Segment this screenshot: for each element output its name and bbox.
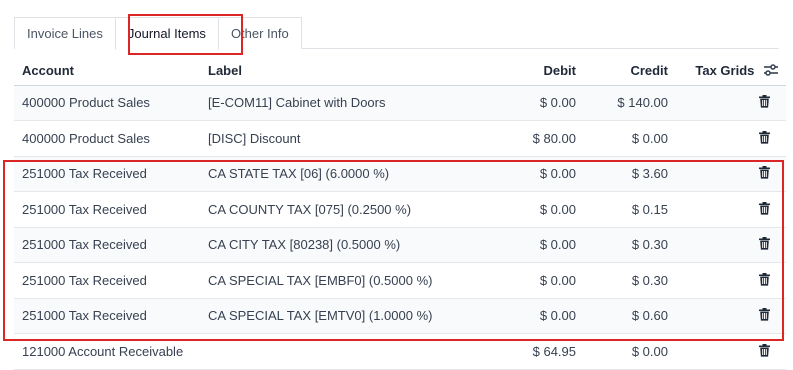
cell-label[interactable]: CA SPECIAL TAX [EMBF0] (0.5000 %)	[200, 262, 484, 299]
tab-journal-items[interactable]: Journal Items	[114, 17, 219, 50]
column-header-account[interactable]: Account	[14, 57, 200, 86]
table-row[interactable]: 251000 Tax Received CA COUNTY TAX [075] (…	[14, 191, 786, 228]
cell-actions	[676, 120, 786, 157]
column-header-tax-grids: Tax Grids	[676, 57, 786, 86]
cell-debit[interactable]: $ 0.00	[484, 262, 584, 299]
table-row[interactable]: 251000 Tax Received CA SPECIAL TAX [EMBF0…	[14, 262, 786, 299]
cell-credit[interactable]: $ 0.00	[584, 333, 676, 370]
table-row[interactable]: 251000 Tax Received CA STATE TAX [06] (6.…	[14, 156, 786, 192]
cell-debit[interactable]: $ 0.00	[484, 191, 584, 228]
cell-actions	[676, 262, 786, 299]
cell-debit[interactable]: $ 80.00	[484, 120, 584, 157]
cell-actions	[676, 156, 786, 192]
notebook-tabs: Invoice Lines Journal Items Other Info	[14, 17, 779, 50]
cell-account[interactable]: 251000 Tax Received	[14, 191, 200, 228]
cell-account[interactable]: 251000 Tax Received	[14, 298, 200, 334]
cell-account[interactable]: 400000 Product Sales	[14, 85, 200, 121]
cell-label[interactable]: [DISC] Discount	[200, 120, 484, 157]
cell-credit[interactable]: $ 140.00	[584, 85, 676, 121]
trash-icon[interactable]	[759, 343, 770, 360]
cell-label[interactable]	[200, 333, 484, 370]
cell-label[interactable]: [E-COM11] Cabinet with Doors	[200, 85, 484, 121]
cell-account[interactable]: 251000 Tax Received	[14, 262, 200, 299]
cell-actions	[676, 298, 786, 334]
cell-account[interactable]: 251000 Tax Received	[14, 156, 200, 192]
column-header-tax-grids-label[interactable]: Tax Grids	[695, 63, 754, 78]
cell-debit[interactable]: $ 0.00	[484, 298, 584, 334]
cell-credit[interactable]: $ 0.30	[584, 262, 676, 299]
cell-label[interactable]: CA STATE TAX [06] (6.0000 %)	[200, 156, 484, 192]
cell-credit[interactable]: $ 0.15	[584, 191, 676, 228]
table-row[interactable]: 121000 Account Receivable $ 64.95 $ 0.00	[14, 333, 786, 370]
tab-invoice-lines[interactable]: Invoice Lines	[14, 17, 116, 49]
cell-credit[interactable]: $ 0.30	[584, 227, 676, 263]
cell-account[interactable]: 400000 Product Sales	[14, 120, 200, 157]
table-row[interactable]: 251000 Tax Received CA SPECIAL TAX [EMTV0…	[14, 298, 786, 334]
cell-account[interactable]: 121000 Account Receivable	[14, 333, 200, 370]
trash-icon[interactable]	[759, 201, 770, 218]
trash-icon[interactable]	[759, 95, 770, 111]
cell-debit[interactable]: $ 0.00	[484, 227, 584, 263]
table-row[interactable]: 400000 Product Sales [DISC] Discount $ 80.…	[14, 120, 786, 157]
cell-actions	[676, 227, 786, 263]
trash-icon[interactable]	[759, 166, 770, 182]
cell-credit[interactable]: $ 0.60	[584, 298, 676, 334]
table-header-row: Account Label Debit Credit Tax Grids	[14, 57, 786, 86]
column-header-credit[interactable]: Credit	[584, 57, 676, 86]
cell-label[interactable]: CA CITY TAX [80238] (0.5000 %)	[200, 227, 484, 263]
sliders-icon[interactable]	[764, 64, 778, 79]
table-row[interactable]: 251000 Tax Received CA CITY TAX [80238] (…	[14, 227, 786, 263]
cell-actions	[676, 85, 786, 121]
cell-debit[interactable]: $ 0.00	[484, 85, 584, 121]
cell-account[interactable]: 251000 Tax Received	[14, 227, 200, 263]
journal-items-table: Account Label Debit Credit Tax Grids 400…	[14, 57, 786, 370]
cell-actions	[676, 333, 786, 370]
cell-actions	[676, 191, 786, 228]
trash-icon[interactable]	[759, 130, 770, 147]
cell-debit[interactable]: $ 0.00	[484, 156, 584, 192]
cell-credit[interactable]: $ 0.00	[584, 120, 676, 157]
tab-other-info[interactable]: Other Info	[217, 17, 302, 49]
cell-credit[interactable]: $ 3.60	[584, 156, 676, 192]
cell-debit[interactable]: $ 64.95	[484, 333, 584, 370]
column-header-debit[interactable]: Debit	[484, 57, 584, 86]
trash-icon[interactable]	[759, 237, 770, 253]
cell-label[interactable]: CA SPECIAL TAX [EMTV0] (1.0000 %)	[200, 298, 484, 334]
cell-label[interactable]: CA COUNTY TAX [075] (0.2500 %)	[200, 191, 484, 228]
table-row[interactable]: 400000 Product Sales [E-COM11] Cabinet wi…	[14, 85, 786, 121]
trash-icon[interactable]	[759, 272, 770, 289]
column-header-label[interactable]: Label	[200, 57, 484, 86]
trash-icon[interactable]	[759, 308, 770, 324]
